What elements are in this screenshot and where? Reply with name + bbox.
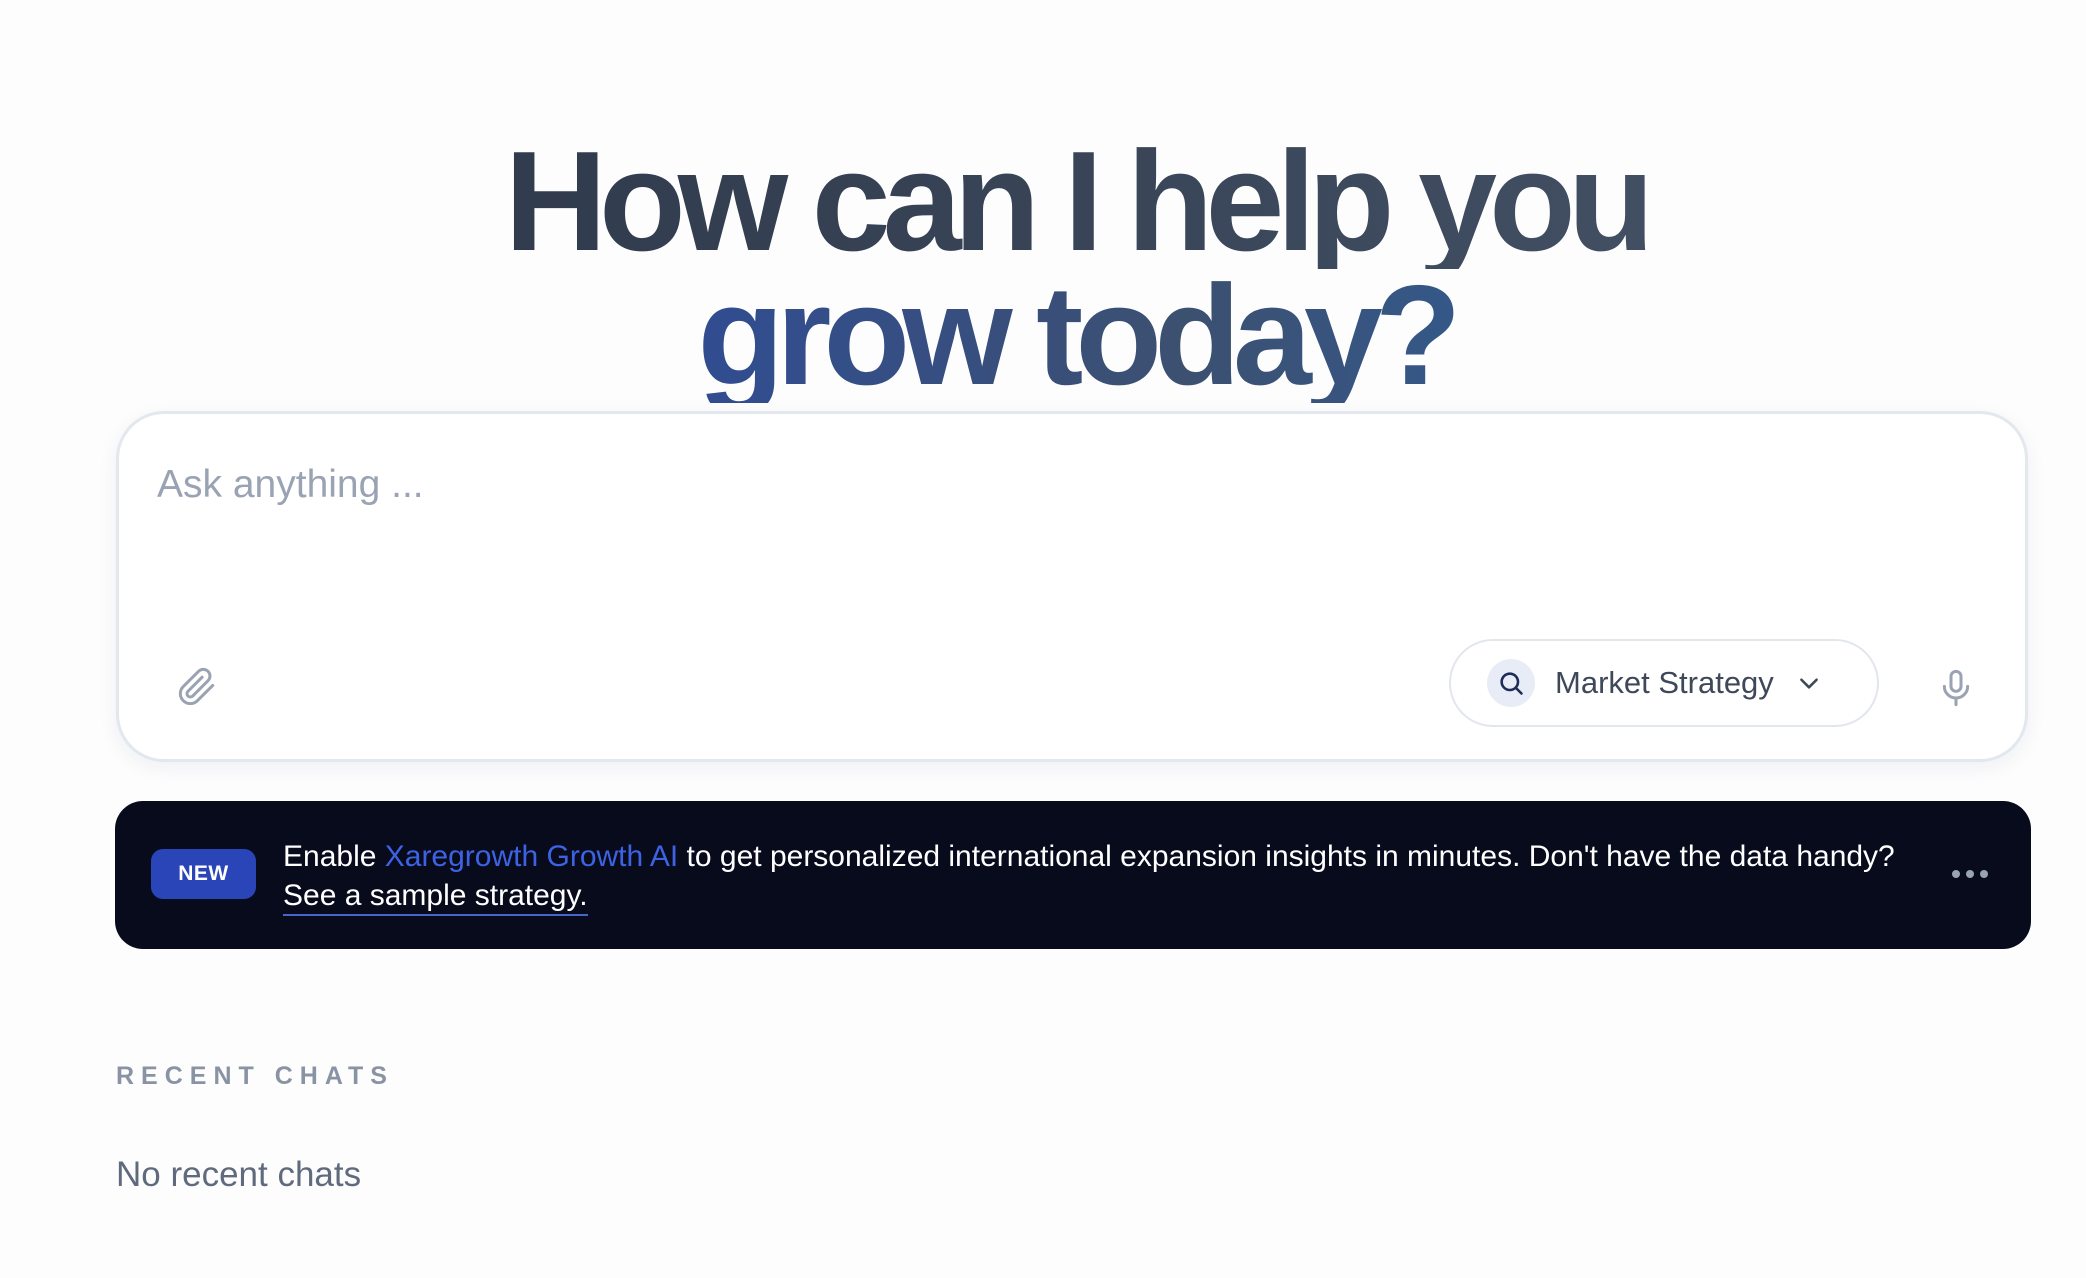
promo-banner: NEW Enable Xaregrowth Growth AI to get p…: [115, 801, 2031, 949]
promo-brand: Xaregrowth Growth AI: [384, 840, 679, 873]
more-options-button[interactable]: [1945, 859, 1995, 889]
attach-button[interactable]: [169, 659, 225, 715]
chevron-down-icon: [1796, 670, 1822, 696]
hero-line-1: How can I help you: [0, 131, 2086, 273]
mode-select[interactable]: Market Strategy: [1449, 639, 1879, 727]
promo-text-intro: Enable: [283, 840, 385, 873]
hero-heading: How can I help you grow today?: [0, 131, 2086, 407]
promo-text-body: to get personalized international expans…: [678, 840, 1895, 873]
recent-chats-empty: No recent chats: [116, 1155, 362, 1194]
paperclip-icon: [178, 667, 215, 706]
sample-strategy-link[interactable]: See a sample strategy.: [283, 879, 588, 916]
recent-chats-heading: RECENT CHATS: [116, 1062, 394, 1090]
mic-button[interactable]: [1929, 658, 1983, 718]
more-horizontal-icon: [1952, 870, 1988, 878]
ask-input[interactable]: [155, 454, 1959, 516]
mode-select-label: Market Strategy: [1555, 665, 1774, 700]
microphone-icon: [1942, 669, 1970, 707]
chat-composer: Market Strategy: [116, 411, 2028, 762]
hero-line-2: grow today?: [0, 265, 2086, 407]
new-badge: NEW: [151, 849, 256, 899]
search-icon: [1487, 659, 1535, 707]
promo-text: Enable Xaregrowth Growth AI to get perso…: [283, 837, 1903, 916]
